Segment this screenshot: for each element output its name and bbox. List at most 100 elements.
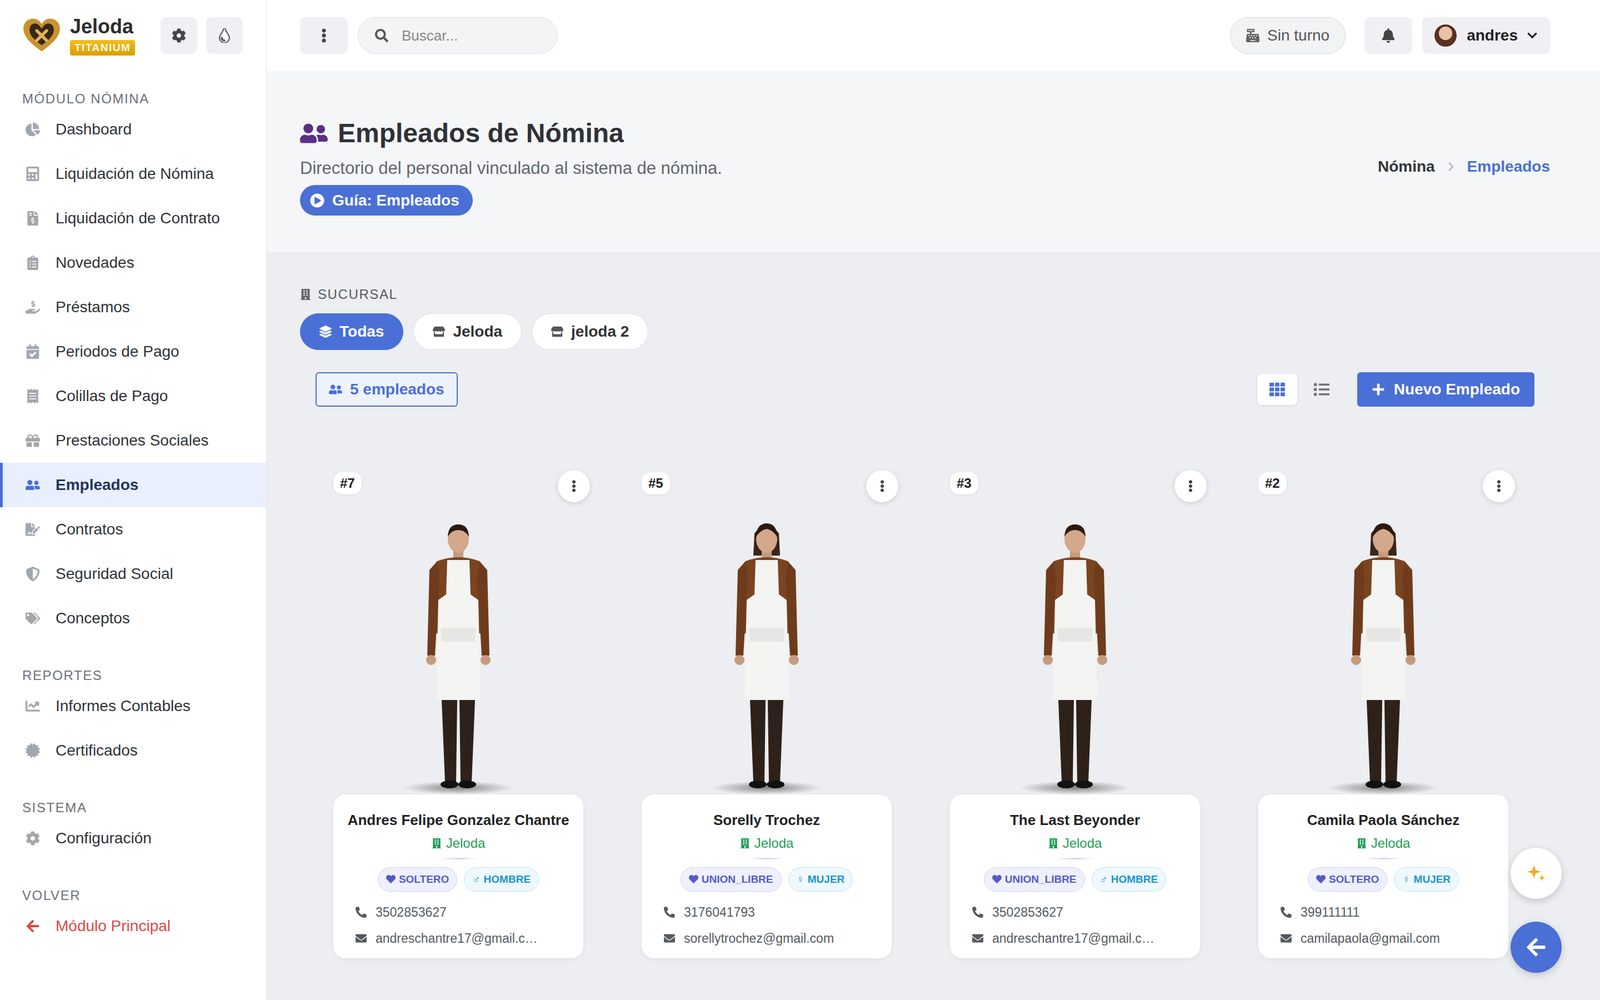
chevron-right-icon bbox=[1446, 161, 1457, 172]
content: SUCURSALTodasJelodajeloda 25 empleadosNu… bbox=[266, 252, 1600, 959]
search-input[interactable] bbox=[400, 26, 541, 45]
store-icon bbox=[551, 325, 564, 338]
sidebar-item[interactable]: Dashboard bbox=[0, 107, 267, 152]
gear-icon bbox=[171, 28, 187, 43]
view-button[interactable] bbox=[1257, 373, 1298, 405]
notifications-button[interactable] bbox=[1364, 17, 1413, 54]
section-label: MÓDULO NÓMINA bbox=[0, 90, 267, 108]
sidebar-item[interactable]: Módulo Principal bbox=[0, 903, 267, 949]
sidebar-item[interactable]: Colillas de Pago bbox=[0, 373, 267, 419]
heart-icon bbox=[688, 874, 699, 884]
arrow-left-icon bbox=[25, 918, 40, 934]
employee-photo bbox=[711, 516, 823, 795]
sidebar-item[interactable]: Configuración bbox=[0, 816, 267, 861]
employee-name: Camila Paola Sánchez bbox=[1307, 811, 1460, 830]
sidebar-item[interactable]: Informes Contables bbox=[0, 683, 267, 729]
view-toggle bbox=[1257, 373, 1342, 405]
building-icon bbox=[431, 838, 442, 849]
new-employee-button[interactable]: Nuevo Empleado bbox=[1357, 372, 1535, 407]
sidebar-item[interactable]: Liquidación de Contrato bbox=[0, 196, 267, 241]
pie-chart-icon bbox=[25, 122, 40, 137]
sparkle-icon bbox=[1525, 862, 1547, 884]
theme-button[interactable] bbox=[206, 17, 243, 54]
employee-card[interactable]: #3 The Last BeyonderJelodaUNION_LIBRE♂HOM… bbox=[943, 465, 1207, 959]
settings-button[interactable] bbox=[160, 17, 198, 54]
card-menu-button[interactable] bbox=[1174, 470, 1207, 503]
civil-status-tag: SOLTERO bbox=[377, 867, 458, 892]
nav-section: REPORTESInformes ContablesCertificados bbox=[0, 667, 267, 773]
employee-card[interactable]: #5Sorelly TrochezJelodaUNION_LIBRE♀MUJER… bbox=[635, 465, 899, 959]
sidebar-item[interactable]: Certificados bbox=[0, 728, 267, 773]
page-header: Empleados de NóminaDirectorio del person… bbox=[266, 71, 1600, 253]
employee-card[interactable]: #2Camila Paola SánchezJelodaSOLTERO♀MUJE… bbox=[1251, 465, 1515, 959]
gear-icon bbox=[25, 831, 40, 846]
contact-list: 3176041793sorellytrochez@gmail.com bbox=[652, 905, 881, 947]
sidebar-item[interactable]: Liquidación de Nómina bbox=[0, 151, 267, 197]
breadcrumb-item[interactable]: Empleados bbox=[1467, 157, 1550, 176]
civil-status-tag: UNION_LIBRE bbox=[680, 867, 782, 892]
sidebar-item[interactable]: Préstamos bbox=[0, 285, 267, 330]
hand-money-icon bbox=[25, 300, 40, 315]
branch-filter: TodasJelodajeloda 2 bbox=[300, 313, 1550, 350]
sidebar-item[interactable]: Conceptos bbox=[0, 596, 267, 641]
heart-icon bbox=[1316, 874, 1326, 884]
sidebar-item[interactable]: Periodos de Pago bbox=[0, 329, 267, 374]
building-icon bbox=[740, 838, 750, 849]
user-menu-button[interactable]: andres bbox=[1422, 17, 1550, 54]
app: JelodaTITANIUMMÓDULO NÓMINADashboardLiqu… bbox=[0, 0, 1600, 1000]
assistant-button[interactable] bbox=[1510, 847, 1562, 899]
chevron-down-icon bbox=[1526, 30, 1538, 42]
employee-figure bbox=[943, 465, 1207, 795]
section-label: REPORTES bbox=[0, 667, 267, 684]
phone-row: 3502853627 bbox=[355, 905, 562, 920]
shift-button[interactable]: Sin turno bbox=[1230, 17, 1346, 54]
menu-button[interactable] bbox=[300, 17, 348, 54]
employee-number: #2 bbox=[1258, 472, 1287, 495]
guide-button[interactable]: Guía: Empleados bbox=[300, 185, 473, 216]
breadcrumb-item[interactable]: Nómina bbox=[1377, 157, 1435, 176]
sidebar-item[interactable]: Prestaciones Sociales bbox=[0, 418, 267, 463]
sidebar-item[interactable]: Seguridad Social bbox=[0, 551, 267, 597]
email-row: andreschantre17@gmail.c… bbox=[355, 931, 562, 947]
employee-number: #3 bbox=[950, 472, 979, 495]
card-menu-button[interactable] bbox=[866, 470, 899, 503]
sidebar-top: JelodaTITANIUM bbox=[0, 0, 267, 72]
tags-icon bbox=[25, 611, 40, 626]
employee-info: The Last BeyonderJelodaUNION_LIBRE♂HOMBR… bbox=[950, 794, 1200, 959]
tag-row: UNION_LIBRE♂HOMBRE bbox=[983, 867, 1167, 892]
bell-icon bbox=[1381, 28, 1396, 43]
phone-row: 399111111 bbox=[1280, 905, 1487, 920]
employee-card[interactable]: #7Andres Felipe Gonzalez ChantreJelodaSO… bbox=[326, 465, 590, 959]
nav-section: SISTEMAConfiguración bbox=[0, 799, 267, 861]
gender-tag: ♂HOMBRE bbox=[1091, 867, 1167, 892]
employee-branch: Jeloda bbox=[740, 835, 794, 852]
card-menu-button[interactable] bbox=[1482, 470, 1515, 503]
divider bbox=[438, 857, 478, 860]
filter-pill[interactable]: Todas bbox=[300, 313, 404, 350]
sidebar-item[interactable]: Novedades bbox=[0, 240, 267, 285]
plus-icon bbox=[1371, 382, 1385, 397]
back-button[interactable] bbox=[1510, 921, 1562, 973]
nav-section: MÓDULO NÓMINADashboardLiquidación de Nóm… bbox=[0, 90, 267, 641]
email-row: sorellytrochez@gmail.com bbox=[663, 931, 870, 947]
employee-name: Sorelly Trochez bbox=[713, 811, 820, 830]
divider bbox=[1363, 857, 1403, 860]
civil-status-tag: UNION_LIBRE bbox=[983, 867, 1085, 892]
phone-icon bbox=[972, 906, 984, 918]
sidebar-item[interactable]: Contratos bbox=[0, 507, 267, 552]
heart-icon bbox=[386, 874, 396, 884]
sidebar-item[interactable]: Empleados bbox=[0, 462, 267, 508]
filter-pill[interactable]: jeloda 2 bbox=[531, 313, 649, 350]
employee-photo bbox=[402, 516, 514, 795]
employee-number: #7 bbox=[333, 472, 362, 495]
email-row: camilapaola@gmail.com bbox=[1280, 931, 1487, 947]
card-menu-button[interactable] bbox=[557, 470, 590, 503]
plan-badge: TITANIUM bbox=[70, 40, 135, 56]
envelope-icon bbox=[355, 932, 367, 944]
user-avatar bbox=[1433, 23, 1458, 48]
view-button[interactable] bbox=[1301, 373, 1342, 405]
list-icon bbox=[1313, 381, 1330, 398]
envelope-icon bbox=[663, 932, 675, 944]
filter-pill[interactable]: Jeloda bbox=[413, 313, 522, 350]
calendar-icon bbox=[25, 344, 40, 359]
